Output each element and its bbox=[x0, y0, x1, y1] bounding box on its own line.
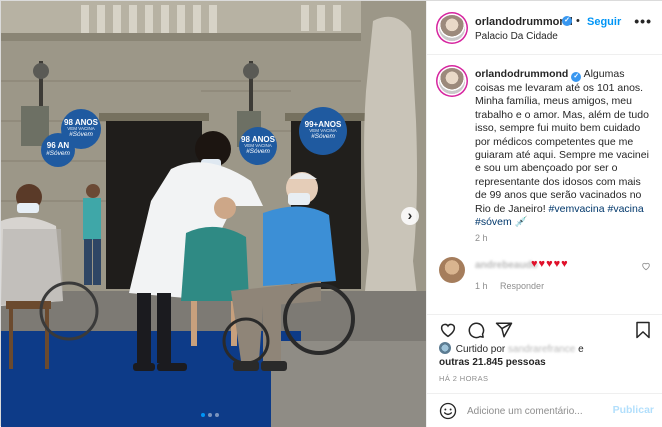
caption-text: Algumas coisas me levaram até os 101 ano… bbox=[475, 68, 649, 215]
avatar[interactable] bbox=[439, 257, 465, 283]
sign-hashtag: #Sóvem bbox=[46, 149, 70, 157]
sign-subtitle: VEM VACINA bbox=[67, 126, 95, 132]
carousel-dot bbox=[201, 413, 205, 417]
sign-subtitle: VEM VACINA bbox=[309, 128, 337, 134]
post-header: orlandodrummond ✓ • Seguir Palacio Da Ci… bbox=[427, 1, 662, 55]
comment-text: ♥♥♥♥♥ bbox=[531, 258, 569, 270]
vaccine-sign: 96 AN #Sóvem bbox=[41, 133, 75, 167]
syringe-emoji: 💉 bbox=[514, 216, 528, 229]
carousel-dot bbox=[208, 413, 212, 417]
comment-heart-icon[interactable] bbox=[641, 261, 651, 271]
add-comment-bar: Publicar bbox=[427, 393, 662, 427]
vaccine-sign: 99+ANOS VEM VACINA #Sóvem bbox=[299, 107, 347, 155]
more-options-icon[interactable]: ••• bbox=[634, 13, 652, 29]
carousel-dot bbox=[215, 413, 219, 417]
follow-button[interactable]: Seguir bbox=[587, 16, 621, 28]
liker-username[interactable]: sandrarefrance bbox=[508, 344, 575, 355]
instagram-post: 98 ANOS VEM VACINA #Sóvem 96 AN #Sóvem 9… bbox=[0, 0, 662, 427]
likes-count[interactable]: outras 21.845 pessoas bbox=[439, 357, 546, 368]
sign-hashtag: #Sóvem bbox=[311, 133, 335, 141]
chevron-right-icon[interactable]: › bbox=[401, 207, 419, 225]
avatar[interactable] bbox=[439, 15, 465, 41]
publish-button[interactable]: Publicar bbox=[613, 404, 654, 416]
comment-input[interactable] bbox=[467, 403, 607, 419]
author-username[interactable]: orlandodrummond bbox=[475, 16, 573, 28]
likes-summary: Curtido por sandrarefrance e outras 21.8… bbox=[439, 342, 654, 369]
sign-subtitle: VEM VACINA bbox=[244, 143, 272, 149]
location-link[interactable]: Palacio Da Cidade bbox=[475, 31, 558, 42]
likes-prefix: Curtido por bbox=[455, 344, 506, 355]
reply-button[interactable]: Responder bbox=[500, 281, 544, 291]
comment-username[interactable]: andrebeaudo bbox=[475, 260, 538, 271]
sign-hashtag: #Sóvem bbox=[69, 131, 93, 139]
verified-badge-icon: ✓ bbox=[562, 16, 572, 26]
comments-section: orlandodrummond ✓ Algumas coisas me leva… bbox=[427, 56, 662, 314]
post-timestamp[interactable]: HÁ 2 HORAS bbox=[439, 374, 488, 383]
post-caption: orlandodrummond ✓ Algumas coisas me leva… bbox=[475, 68, 655, 229]
comment-time[interactable]: 1 h bbox=[475, 281, 488, 291]
heart-icon[interactable] bbox=[439, 321, 457, 339]
emoji-icon[interactable] bbox=[439, 402, 457, 420]
separator-dot: • bbox=[576, 15, 580, 27]
caption-time[interactable]: 2 h bbox=[475, 233, 488, 243]
share-icon[interactable] bbox=[495, 321, 513, 339]
photo-scene bbox=[1, 1, 426, 427]
vaccine-sign: 98 ANOS VEM VACINA #Sóvem bbox=[239, 127, 277, 165]
action-bar bbox=[427, 314, 662, 344]
bookmark-icon[interactable] bbox=[634, 321, 652, 339]
post-photo[interactable]: 98 ANOS VEM VACINA #Sóvem 96 AN #Sóvem 9… bbox=[1, 1, 426, 427]
avatar[interactable] bbox=[439, 68, 465, 94]
post-sidebar: orlandodrummond ✓ • Seguir Palacio Da Ci… bbox=[426, 1, 662, 427]
likes-middle: e bbox=[578, 344, 584, 355]
sign-hashtag: #Sóvem bbox=[246, 148, 270, 156]
comment-icon[interactable] bbox=[467, 321, 485, 339]
carousel-indicator bbox=[201, 413, 219, 417]
comment-meta: 1 h Responder bbox=[475, 281, 554, 291]
avatar[interactable] bbox=[439, 342, 451, 354]
verified-badge-icon: ✓ bbox=[571, 72, 582, 82]
caption-username[interactable]: orlandodrummond bbox=[475, 68, 568, 80]
